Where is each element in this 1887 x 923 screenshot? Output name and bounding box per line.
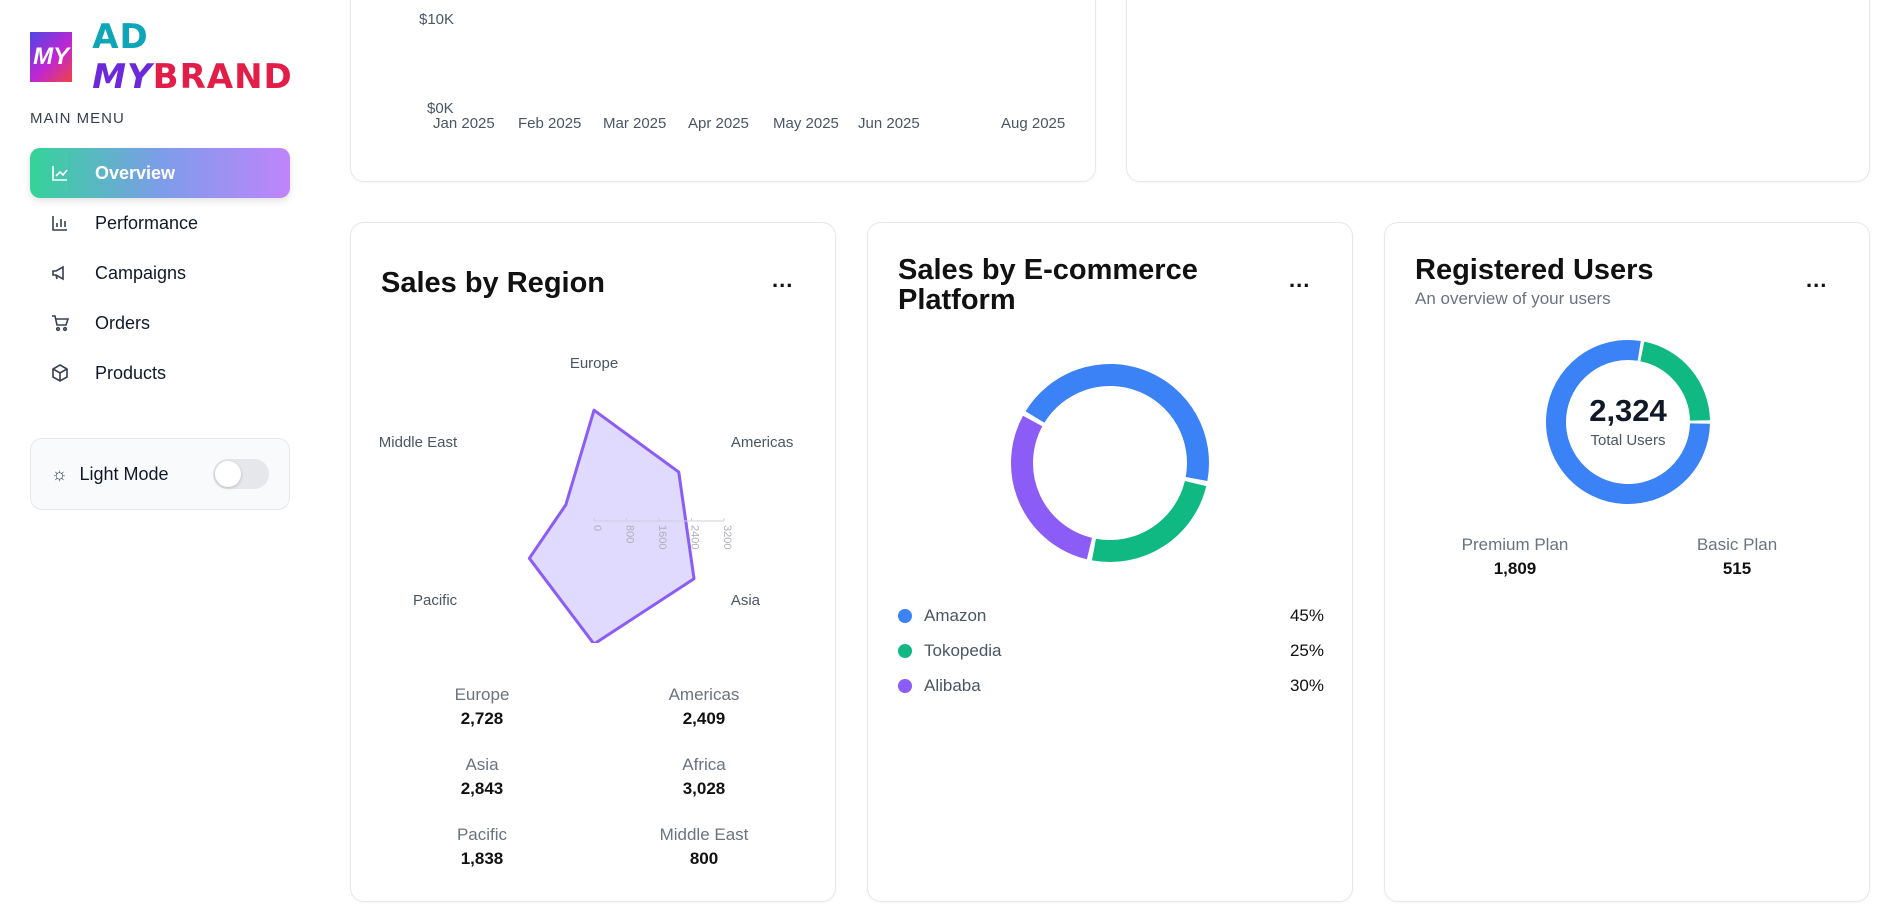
platform-donut-chart (1011, 364, 1209, 562)
top-right-card (1126, 0, 1870, 182)
cart-icon (50, 314, 70, 332)
toggle-knob (215, 461, 241, 487)
donut-slice-alibaba (1011, 415, 1093, 560)
logo-wordmark: AD MYBRAND (92, 17, 293, 97)
nav-item-products[interactable]: Products (30, 348, 290, 398)
total-users-label: Total Users (1590, 432, 1666, 449)
radial-tick-label: 3200 (721, 525, 733, 549)
radar-area (527, 408, 696, 643)
sales-by-region-card: Sales by Region ... 0 800 1600 2400 3200 Euro… (350, 222, 836, 902)
region-stat: Asia 2,843 (460, 755, 504, 798)
nav-item-overview[interactable]: Overview (30, 148, 290, 198)
region-stat: Middle East 800 (659, 825, 749, 868)
region-stat: Americas 2,409 (668, 685, 740, 728)
more-options-button[interactable]: ... (772, 267, 793, 293)
plan-stat: Premium Plan 1,809 (1461, 535, 1569, 578)
legend-item-tokopedia: Tokopedia 25% (898, 639, 1324, 663)
y-tick-label: $10K (419, 11, 455, 28)
megaphone-icon (50, 264, 70, 282)
plan-stat: Basic Plan 515 (1696, 535, 1778, 578)
total-users-value: 2,324 (1589, 393, 1667, 428)
radar-category-label: Middle East (379, 434, 458, 451)
radial-tick-label: 800 (624, 525, 636, 543)
donut-slice-tokopedia (1091, 480, 1207, 562)
nav-item-campaigns[interactable]: Campaigns (30, 248, 290, 298)
legend-swatch (898, 679, 912, 693)
legend-item-alibaba: Alibaba 30% (898, 674, 1324, 698)
x-tick-label: Jan 2025 (433, 115, 495, 132)
legend-swatch (898, 644, 912, 658)
region-stat: Pacific 1,838 (456, 825, 508, 868)
radar-category-label: Asia (731, 592, 761, 609)
logo-mark: MY (30, 32, 73, 82)
nav-item-performance[interactable]: Performance (30, 198, 290, 248)
theme-toggle[interactable] (213, 459, 269, 489)
radial-tick-label: 2400 (689, 525, 701, 549)
sun-icon: ☼ (51, 463, 68, 484)
nav-item-orders[interactable]: Orders (30, 298, 290, 348)
card-title: Sales by Region (381, 267, 606, 299)
sales-by-platform-card: Sales by E-commerce Platform ... (867, 222, 1353, 902)
legend-item-amazon: Amazon 45% (898, 604, 1324, 628)
region-stat: Africa 3,028 (682, 755, 726, 798)
theme-mode-card: ☼ Light Mode (30, 438, 290, 510)
registered-users-card: Registered Users An overview of your use… (1384, 222, 1870, 902)
card-title: Registered Users (1415, 254, 1654, 286)
region-stat: Europe 2,728 (454, 685, 510, 728)
nav-label: Products (95, 362, 167, 383)
main-menu-heading: MAIN MENU (30, 110, 125, 127)
card-title: Sales by E-commerce Platform (898, 254, 1198, 316)
legend-swatch (898, 609, 912, 623)
x-tick-label: Apr 2025 (688, 115, 749, 132)
mode-label: Light Mode (79, 463, 169, 484)
package-icon (50, 364, 70, 382)
sidebar: MY AD MYBRAND MAIN MENU Overview Perform… (0, 0, 320, 923)
radar-category-label: Americas (731, 434, 794, 451)
x-tick-label: Jun 2025 (858, 115, 920, 132)
card-subtitle: An overview of your users (1415, 289, 1611, 308)
radar-category-label: Pacific (413, 592, 458, 609)
revenue-chart-card: $10K $0K Jan 2025 Feb 2025 Mar 2025 Apr … (350, 0, 1096, 182)
brand-logo[interactable]: MY AD MYBRAND (30, 17, 320, 97)
more-options-button[interactable]: ... (1289, 267, 1310, 293)
radial-tick-label: 0 (591, 525, 603, 531)
nav-label: Performance (95, 212, 199, 233)
radar-category-label: Europe (570, 355, 618, 372)
nav-label: Overview (95, 162, 176, 183)
nav-label: Campaigns (95, 262, 187, 283)
x-tick-label: May 2025 (773, 115, 839, 132)
more-options-button[interactable]: ... (1806, 267, 1827, 293)
x-tick-label: Mar 2025 (603, 115, 667, 132)
radial-tick-label: 1600 (656, 525, 668, 549)
line-chart-icon (50, 164, 70, 182)
nav-label: Orders (95, 312, 151, 333)
radar-chart: 0800160024003200EuropeAmericasAsiaAfrica… (379, 355, 794, 643)
x-tick-label: Feb 2025 (518, 115, 582, 132)
x-tick-label: Aug 2025 (1001, 115, 1066, 132)
bar-chart-icon (50, 214, 70, 232)
donut-slice-amazon (1025, 364, 1209, 482)
